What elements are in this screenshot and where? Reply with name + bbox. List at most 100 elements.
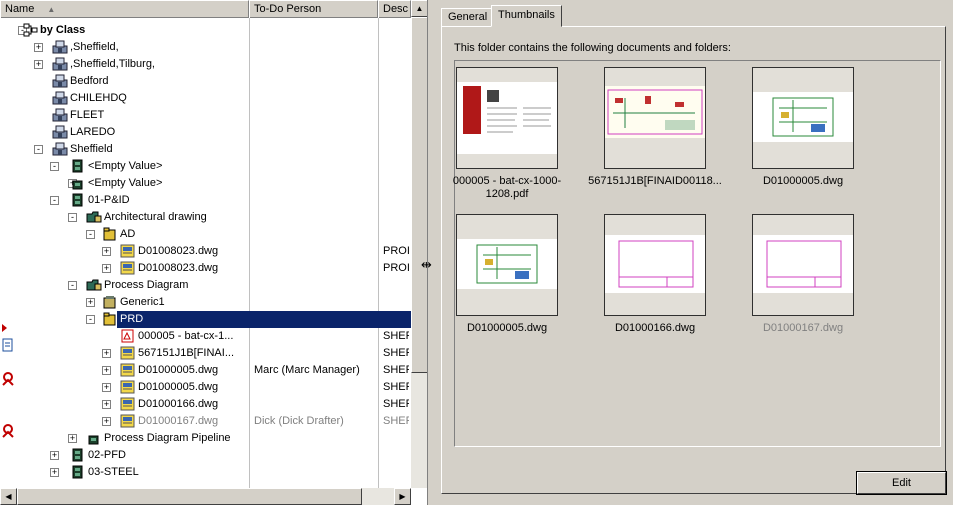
- expand-plus-icon[interactable]: +: [34, 60, 43, 69]
- tree-item-label: Process Diagram Pipeline: [104, 432, 231, 444]
- cabinet-icon: [70, 465, 86, 479]
- todo-person-cell: Marc (Marc Manager): [254, 364, 360, 376]
- tree-row[interactable]: + D01000167.dwg Dick (Dick Drafter) SHEF: [0, 413, 411, 430]
- document-tree-view[interactable]: Name ▲ To-Do Person Desc - by Class + ,Shef…: [0, 0, 428, 505]
- thumbnail-grid[interactable]: 000005 - bat-cx-1000-1208.pdf 567151J1B[F…: [453, 60, 941, 447]
- tab-general[interactable]: General: [441, 8, 495, 27]
- thumbnail-preview[interactable]: [752, 214, 854, 316]
- thumbnail-item[interactable]: D01000167.dwg: [733, 214, 873, 335]
- description-cell: PROI: [383, 262, 409, 274]
- tree-row[interactable]: +03-STEEL: [0, 464, 411, 481]
- expand-plus-icon[interactable]: +: [102, 400, 111, 409]
- expand-plus-icon[interactable]: +: [68, 434, 77, 443]
- tree-horizontal-scrollbar[interactable]: ◀ ▶: [0, 488, 411, 505]
- todo-person-cell: Dick (Dick Drafter): [254, 415, 344, 427]
- tree-item-label: D01008023.dwg: [138, 245, 219, 257]
- pane-splitter[interactable]: [428, 0, 436, 505]
- tree-row[interactable]: + <Empty Value>: [0, 175, 411, 192]
- tree-row[interactable]: 000005 - bat-cx-1... SHEF: [0, 328, 411, 345]
- description-cell: SHEF: [383, 347, 409, 359]
- thumbnail-item[interactable]: D01000005.dwg: [437, 214, 577, 335]
- tree-row[interactable]: LAREDO: [0, 124, 411, 141]
- tree-row[interactable]: - 01-P&ID: [0, 192, 411, 209]
- dwg-document-icon: [120, 414, 136, 428]
- tree-row[interactable]: +567151J1B[FINAI... SHEF: [0, 345, 411, 362]
- tree-item-label: FLEET: [70, 109, 105, 121]
- expand-plus-icon[interactable]: +: [34, 43, 43, 52]
- expand-plus-icon[interactable]: +: [50, 468, 59, 477]
- expand-plus-icon[interactable]: +: [86, 298, 95, 307]
- thumbnail-caption: 567151J1B[FINAID00118...: [588, 175, 722, 187]
- tree-row[interactable]: +02-PFD: [0, 447, 411, 464]
- description-cell: SHEF: [383, 364, 409, 376]
- collapse-minus-icon[interactable]: -: [34, 145, 43, 154]
- tree-row[interactable]: - PRD: [0, 311, 411, 328]
- collapse-minus-icon[interactable]: -: [86, 315, 95, 324]
- tree-item-label: D01000005.dwg: [138, 381, 219, 393]
- tree-row[interactable]: + ,Sheffield,: [0, 39, 411, 56]
- tree-vertical-scrollbar[interactable]: ▲: [411, 0, 427, 488]
- thumbnail-item[interactable]: 567151J1B[FINAID00118...: [585, 67, 725, 188]
- column-header-todo-person[interactable]: To-Do Person: [249, 0, 378, 18]
- thumbnail-preview[interactable]: [456, 67, 558, 169]
- tree-row[interactable]: + D01008023.dwg PROI: [0, 243, 411, 260]
- collapse-minus-icon[interactable]: -: [50, 196, 59, 205]
- column-header-row: Name ▲ To-Do Person Desc: [0, 0, 411, 18]
- tab-thumbnails[interactable]: Thumbnails: [491, 5, 562, 27]
- folder-icon: [86, 278, 102, 292]
- thumbnail-item[interactable]: D01000166.dwg: [585, 214, 725, 335]
- collapse-minus-icon[interactable]: -: [86, 230, 95, 239]
- scroll-right-icon[interactable]: ▶: [394, 488, 411, 505]
- collapse-minus-icon[interactable]: -: [50, 162, 59, 171]
- tree-row[interactable]: - Process Diagram: [0, 277, 411, 294]
- folder-yellow-icon: [102, 227, 118, 241]
- tree-row[interactable]: + D01008023.dwg PROI: [0, 260, 411, 277]
- tree-row[interactable]: CHILEHDQ: [0, 90, 411, 107]
- expand-plus-icon[interactable]: +: [102, 247, 111, 256]
- thumbnail-preview[interactable]: [752, 67, 854, 169]
- tree-row[interactable]: + D01000166.dwg SHEF: [0, 396, 411, 413]
- scroll-left-icon[interactable]: ◀: [0, 488, 17, 505]
- thumbnail-preview[interactable]: [456, 214, 558, 316]
- column-header-name[interactable]: Name ▲: [0, 0, 249, 18]
- thumbnail-preview[interactable]: [604, 67, 706, 169]
- user-assigned-icon: [2, 424, 14, 438]
- cabinet-icon: [70, 448, 86, 462]
- expand-plus-icon[interactable]: +: [102, 383, 111, 392]
- tree-item-label: D01000166.dwg: [138, 398, 219, 410]
- collapse-minus-icon[interactable]: -: [68, 213, 77, 222]
- collapse-minus-icon[interactable]: -: [68, 281, 77, 290]
- expand-plus-icon[interactable]: +: [102, 349, 111, 358]
- edit-button[interactable]: Edit: [856, 471, 947, 495]
- thumbnail-item[interactable]: 000005 - bat-cx-1000-1208.pdf: [437, 67, 577, 201]
- expand-plus-icon[interactable]: +: [50, 451, 59, 460]
- column-desc-label: Desc: [383, 3, 409, 15]
- thumbnail-item[interactable]: D01000005.dwg: [733, 67, 873, 188]
- tree-row[interactable]: - AD: [0, 226, 411, 243]
- folder-icon: [86, 210, 102, 224]
- expand-plus-icon[interactable]: +: [102, 417, 111, 426]
- column-header-description[interactable]: Desc: [378, 0, 411, 18]
- site-building-icon: [52, 40, 68, 54]
- expand-plus-icon[interactable]: +: [102, 366, 111, 375]
- expand-plus-icon[interactable]: +: [102, 264, 111, 273]
- description-cell: SHEF: [383, 415, 409, 427]
- tree-row[interactable]: - Sheffield: [0, 141, 411, 158]
- tree-row[interactable]: - by Class: [0, 22, 411, 39]
- tree-row[interactable]: FLEET: [0, 107, 411, 124]
- tree-row[interactable]: - Architectural drawing: [0, 209, 411, 226]
- scroll-up-icon[interactable]: ▲: [411, 0, 427, 17]
- tree-row[interactable]: - <Empty Value>: [0, 158, 411, 175]
- tree-row[interactable]: Bedford: [0, 73, 411, 90]
- tree-row[interactable]: + ,Sheffield,Tilburg,: [0, 56, 411, 73]
- class-hierarchy-icon: [22, 23, 38, 37]
- tree-item-label: D01008023.dwg: [138, 262, 219, 274]
- tree-row[interactable]: + D01000005.dwg SHEF: [0, 379, 411, 396]
- tree-row[interactable]: + Generic1: [0, 294, 411, 311]
- tree-row[interactable]: + Process Diagram Pipeline: [0, 430, 411, 447]
- dwg-document-icon: [120, 261, 136, 275]
- thumbnail-preview[interactable]: [604, 214, 706, 316]
- horizontal-scroll-thumb[interactable]: [17, 488, 362, 505]
- vertical-scroll-thumb[interactable]: [411, 17, 427, 373]
- tree-row[interactable]: + D01000005.dwg Marc (Marc Manager) SHEF: [0, 362, 411, 379]
